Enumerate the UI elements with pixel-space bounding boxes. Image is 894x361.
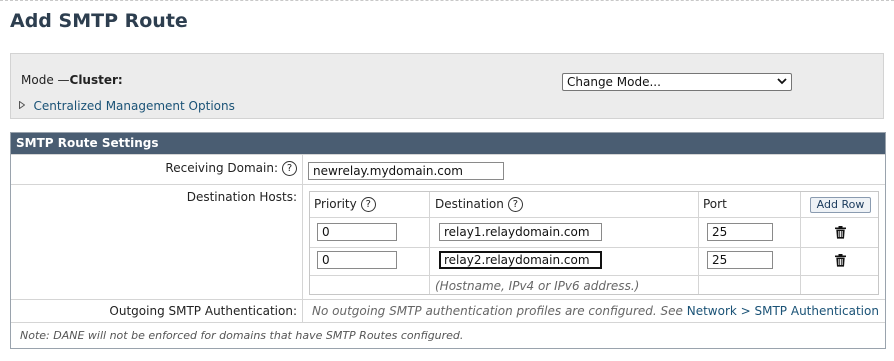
destination-header-label: Destination [435,197,504,211]
dane-note: Note: DANE will not be enforced for doma… [20,329,464,342]
smtp-auth-label: Outgoing SMTP Authentication: [109,304,297,318]
triangle-right-icon [19,100,28,111]
change-mode-select[interactable]: Change Mode... [562,73,792,91]
priority-input-2[interactable]: 0 [317,251,397,269]
centralized-management-link[interactable]: Centralized Management Options [19,99,235,113]
help-circle-icon[interactable]: ? [507,197,523,212]
top-divider [0,0,894,1]
port-input-2[interactable]: 25 [707,251,773,269]
destination-hosts-table: Priority? Destination? Port Add Row 0 re… [309,191,879,295]
destination-hosts-label: Destination Hosts: [186,190,297,204]
receiving-domain-row: Receiving Domain:? newrelay.mydomain.com [11,154,885,184]
change-mode-value: Change Mode... [567,75,661,89]
smtp-auth-text: No outgoing SMTP authentication profiles… [312,304,687,318]
destination-header: Destination? [435,192,523,217]
mode-label: Mode —Cluster: [21,73,123,87]
destination-hosts-row: Destination Hosts: Priority? Destination… [11,184,885,299]
mode-value: Cluster: [69,73,123,87]
trash-icon[interactable] [835,226,846,239]
page-title: Add SMTP Route [10,10,188,32]
smtp-auth-row: Outgoing SMTP Authentication: No outgoin… [11,299,885,322]
receiving-domain-label: Receiving Domain:? [165,161,297,176]
smtp-route-settings-panel: SMTP Route Settings Receiving Domain:? n… [10,132,886,349]
help-circle-icon[interactable]: ? [360,197,376,212]
mode-panel: Mode —Cluster: Change Mode... Centralize… [10,53,884,119]
smtp-authentication-link[interactable]: Network > SMTP Authentication [687,304,879,318]
destination-input-1[interactable]: relay1.relaydomain.com [439,223,602,241]
help-circle-icon[interactable]: ? [282,161,297,176]
priority-input-1[interactable]: 0 [317,223,397,241]
add-row-button[interactable]: Add Row [810,197,871,213]
receiving-domain-label-text: Receiving Domain: [165,161,278,175]
smtp-auth-message: No outgoing SMTP authentication profiles… [312,304,879,318]
priority-header-label: Priority [314,197,357,211]
chevron-down-icon [777,74,787,91]
mode-label-text: Mode — [21,73,70,87]
section-header: SMTP Route Settings [11,133,885,154]
receiving-domain-input[interactable]: newrelay.mydomain.com [308,162,504,180]
destination-input-2[interactable]: relay2.relaydomain.com [439,251,602,269]
centralized-management-label: Centralized Management Options [33,99,235,113]
priority-header: Priority? [314,192,376,217]
trash-icon[interactable] [835,254,846,267]
destination-hint: (Hostname, IPv4 or IPv6 address.) [435,279,640,293]
port-header: Port [703,197,727,211]
note-row: Note: DANE will not be enforced for doma… [11,322,885,348]
port-input-1[interactable]: 25 [707,223,773,241]
